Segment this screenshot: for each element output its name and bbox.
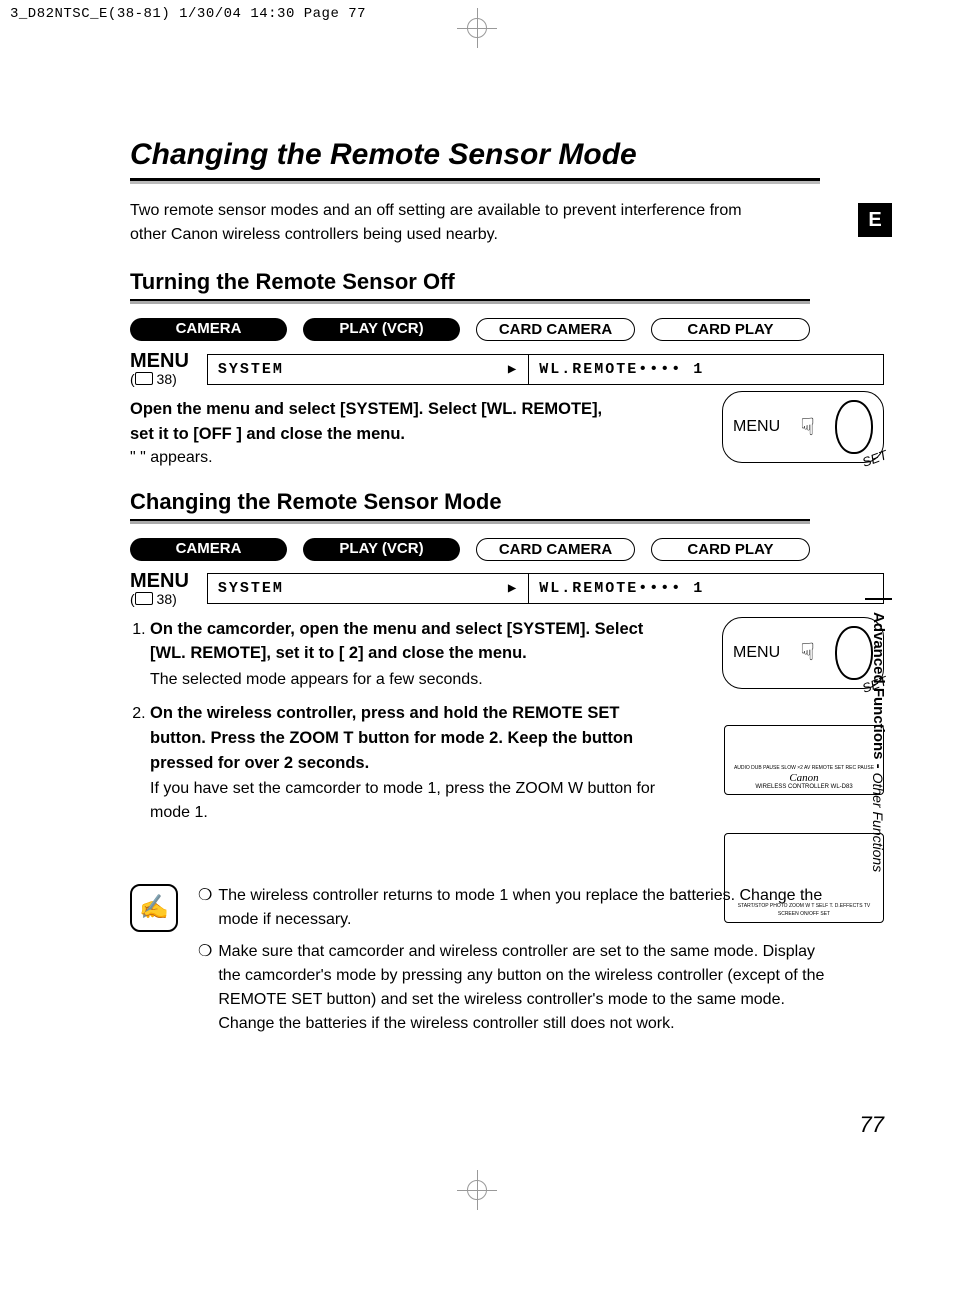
page-title: Changing the Remote Sensor Mode	[130, 138, 884, 172]
hand-icon: ☟	[800, 413, 815, 442]
section1-heading: Turning the Remote Sensor Off	[130, 269, 810, 295]
menu-page-ref: ( 38)	[130, 591, 189, 607]
pill-play-vcr: PLAY (VCR)	[303, 538, 460, 561]
note-icon: ✍	[130, 884, 178, 932]
dial-icon	[835, 400, 873, 454]
pill-card-camera: CARD CAMERA	[476, 538, 635, 561]
step-2: On the wireless controller, press and ho…	[150, 701, 670, 824]
menu-box-wlremote: WL.REMOTE•••• 1	[528, 573, 884, 604]
crop-mark-bottom	[457, 1170, 497, 1210]
menu-box-system: SYSTEM ▶	[207, 354, 528, 385]
pill-card-play: CARD PLAY	[651, 318, 810, 341]
book-icon	[135, 372, 153, 385]
mode-pill-row-2: CAMERA PLAY (VCR) CARD CAMERA CARD PLAY	[130, 538, 810, 561]
pill-play-vcr: PLAY (VCR)	[303, 318, 460, 341]
menu-path-row-2: MENU ( 38) SYSTEM ▶ WL.REMOTE•••• 1	[130, 571, 884, 607]
pill-card-camera: CARD CAMERA	[476, 318, 635, 341]
step-1: On the camcorder, open the menu and sele…	[150, 617, 670, 692]
language-badge: E	[858, 203, 892, 237]
title-underline	[130, 178, 820, 181]
hand-icon: ☟	[800, 638, 815, 667]
arrow-right-icon: ▶	[508, 361, 518, 378]
book-icon	[135, 592, 153, 605]
mode-pill-row-1: CAMERA PLAY (VCR) CARD CAMERA CARD PLAY	[130, 318, 810, 341]
section-rule	[130, 299, 810, 304]
section1-instruction: Open the menu and select [SYSTEM]. Selec…	[130, 397, 630, 447]
menu-dial-illustration-2: MENU ☟ SET	[722, 617, 884, 689]
section2-heading: Changing the Remote Sensor Mode	[130, 489, 810, 515]
menu-box-wlremote: WL.REMOTE•••• 1	[528, 354, 884, 385]
page-content: E Changing the Remote Sensor Mode Two re…	[0, 28, 954, 1218]
menu-label: MENU	[130, 351, 189, 371]
menu-box-system: SYSTEM ▶	[207, 573, 528, 604]
remote-illustration-2: START/STOP PHOTO ZOOM W T SELF T. D.EFFE…	[724, 833, 884, 923]
menu-path-row-1: MENU ( 38) SYSTEM ▶ WL.REMOTE•••• 1	[130, 351, 884, 387]
section-rule	[130, 519, 810, 524]
remote-illustration-1: AUDIO DUB PAUSE SLOW ×2 AV REMOTE SET RE…	[724, 725, 884, 795]
intro-paragraph: Two remote sensor modes and an off setti…	[130, 199, 750, 247]
menu-page-ref: ( 38)	[130, 371, 189, 387]
section2-step-list: On the camcorder, open the menu and sele…	[130, 617, 670, 824]
menu-label: MENU	[130, 571, 189, 591]
pill-camera: CAMERA	[130, 318, 287, 341]
note-2: ❍ Make sure that camcorder and wireless …	[198, 940, 830, 1036]
arrow-right-icon: ▶	[508, 580, 518, 597]
page-number: 77	[860, 1112, 884, 1138]
pill-camera: CAMERA	[130, 538, 287, 561]
pill-card-play: CARD PLAY	[651, 538, 810, 561]
menu-dial-illustration-1: MENU ☟ SET	[722, 391, 884, 463]
side-section-tab: Advanced Functions - Other Functions	[865, 598, 893, 884]
